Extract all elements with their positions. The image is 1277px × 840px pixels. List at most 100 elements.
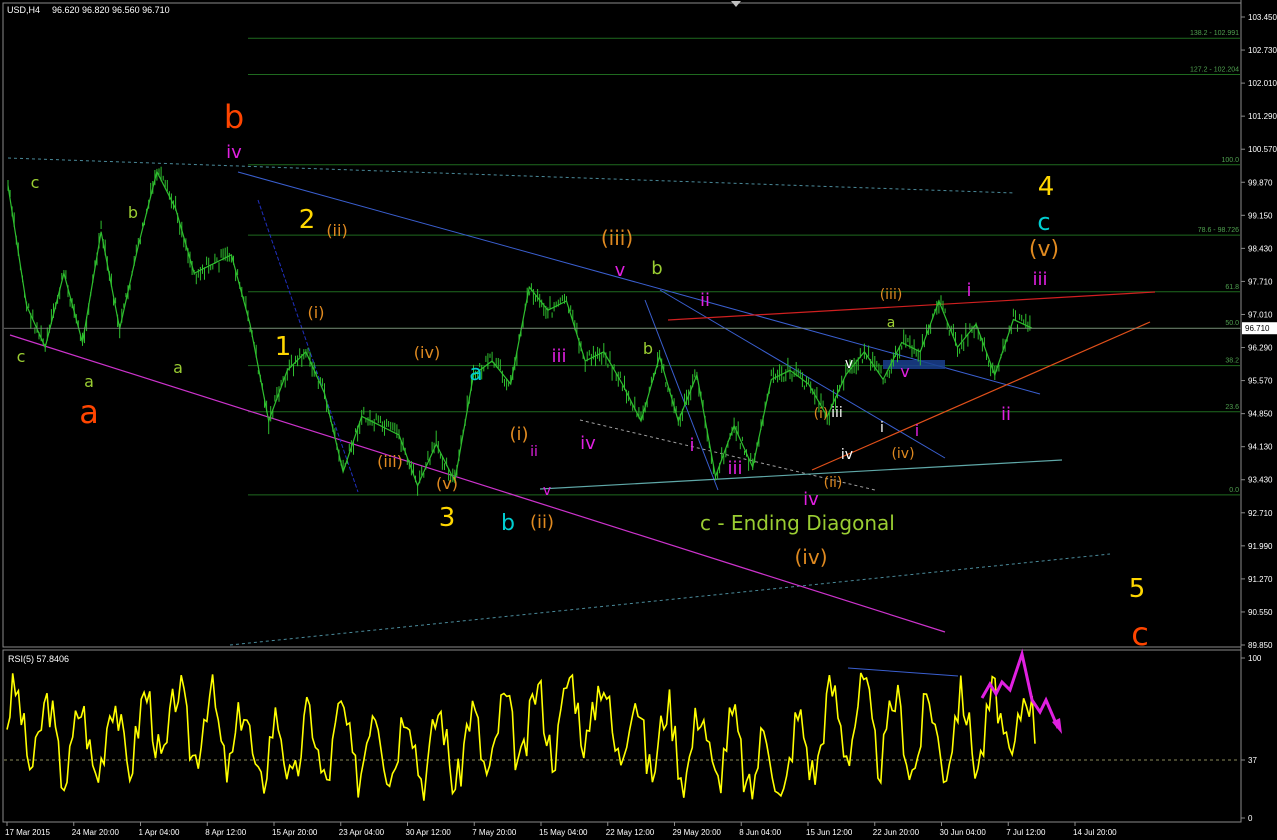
wave-label: i [966, 280, 971, 301]
wave-label: iii [831, 405, 843, 421]
price-tick-label: 95.570 [1248, 377, 1273, 386]
wave-label: (iii) [601, 226, 633, 250]
time-axis: 17 Mar 2015 24 Mar 20:00 1 Apr 04:00 8 Apr … [5, 822, 1117, 837]
fib-level-label: 23.6 [1225, 404, 1239, 411]
time-tick-label: 15 Apr 20:00 [272, 828, 318, 837]
wave-label: (ii) [824, 475, 843, 491]
price-tick-label: 97.010 [1248, 310, 1273, 319]
price-tick-label: 90.550 [1248, 608, 1273, 617]
rsi-axis: 100 37 0 [1241, 654, 1262, 823]
price-tick-label: 99.870 [1248, 178, 1273, 187]
time-tick-label: 7 Jul 12:00 [1006, 828, 1046, 837]
rsi-series [6, 672, 1036, 801]
price-tick-label: 98.430 [1248, 244, 1273, 253]
wave-label: b [651, 258, 662, 279]
wave-label: iii [1032, 269, 1047, 290]
wave-label: ii [700, 290, 710, 311]
price-tick-label: 89.850 [1248, 641, 1273, 650]
wave-label: (iii) [880, 287, 903, 303]
wave-label: ii [1001, 404, 1011, 425]
wave-label: (iv) [414, 343, 440, 362]
price-tick-label: 100.570 [1248, 145, 1277, 154]
wave-label: iii [727, 458, 742, 479]
price-tick-label: 91.990 [1248, 542, 1273, 551]
rsi-tick-label: 37 [1248, 756, 1257, 765]
price-tick-label: 102.730 [1248, 46, 1277, 55]
wave-label: 2 [299, 205, 316, 235]
wave-label: ii [530, 444, 538, 460]
fib-level-label: 138.2 - 102.991 [1190, 30, 1239, 37]
time-tick-label: 1 Apr 04:00 [139, 828, 180, 837]
time-tick-label: 30 Apr 12:00 [406, 828, 452, 837]
price-tick-label: 97.710 [1248, 277, 1273, 286]
wave-label: (i) [509, 424, 528, 445]
wave-label: 4 [1038, 172, 1055, 202]
price-tick-label: 93.430 [1248, 476, 1273, 485]
time-tick-label: 17 Mar 2015 [5, 828, 50, 837]
rsi-label: RSI(5) 57.8406 [8, 654, 69, 664]
rsi-line [6, 672, 1036, 801]
wave-label: a [84, 372, 94, 391]
wave-label: i [915, 421, 919, 440]
fib-level-label: 100.0 [1221, 157, 1239, 164]
price-tick-label: 99.150 [1248, 211, 1273, 220]
fib-level-label: 0.0 [1229, 487, 1239, 494]
time-tick-label: 15 May 04:00 [539, 828, 588, 837]
wave-label: b [128, 203, 138, 222]
wave-label: c [1131, 615, 1149, 653]
wave-label: c [1037, 208, 1050, 236]
wave-label: b [501, 511, 515, 536]
wave-label: v [900, 362, 909, 381]
wave-label: v [543, 483, 551, 499]
trend-lines [7, 157, 1156, 677]
last-price-label: 96.710 [1245, 324, 1270, 333]
ohlc-values: 96.620 96.820 96.560 96.710 [52, 5, 170, 15]
wave-label: v [615, 260, 626, 281]
time-tick-label: 24 Mar 20:00 [72, 828, 120, 837]
lower-channel-dotted [229, 553, 1111, 646]
time-tick-label: 23 Apr 04:00 [339, 828, 385, 837]
rsi-projection-arrows [980, 648, 1062, 734]
wave-label: 1 [275, 332, 292, 362]
symbol-label: USD,H4 [7, 5, 40, 15]
wave-label: ii [0, 0, 4, 4]
wave-label: a [79, 393, 99, 431]
main-panel-frame [2, 2, 1242, 648]
fib-level-label: 61.8 [1225, 284, 1239, 291]
fib-level-label: 78.6 - 98.726 [1198, 227, 1239, 234]
price-tick-label: 101.290 [1248, 112, 1277, 121]
time-tick-label: 8 Jun 04:00 [739, 828, 781, 837]
price-tick-label: 102.010 [1248, 79, 1277, 88]
wave-label: b [224, 98, 244, 136]
price-tick-label: 96.290 [1248, 344, 1273, 353]
price-tick-label: 94.850 [1248, 410, 1273, 419]
wave-label: iv [580, 433, 596, 454]
wave-label: a [887, 315, 896, 331]
ending-diagonal-annotation: c - Ending Diagonal [700, 511, 895, 535]
fib-level-label: 127.2 - 102.204 [1190, 67, 1239, 74]
wave-label: (v) [436, 474, 458, 493]
wave-label: c [31, 173, 40, 192]
blue-dashed-line [257, 199, 359, 493]
chart-shift-marker-icon[interactable] [731, 1, 741, 7]
time-tick-label: 7 May 20:00 [472, 828, 517, 837]
time-tick-label: 30 Jun 04:00 [940, 828, 987, 837]
wave-label: 3 [439, 503, 456, 533]
wave-label: iv [803, 489, 819, 510]
time-tick-label: 22 Jun 20:00 [873, 828, 920, 837]
wave-label: i [689, 435, 694, 456]
price-axis: 103.450 102.730 102.010 101.290 100.570 99.87… [4, 13, 1277, 650]
price-tick-label: 92.710 [1248, 509, 1273, 518]
wave-label: (i) [814, 406, 829, 422]
rsi-tick-label: 100 [1248, 654, 1262, 663]
fib-level-label: 38.2 [1225, 358, 1239, 365]
red-upper-line [667, 291, 1156, 321]
wave-label: b [643, 339, 653, 358]
price-chart[interactable]: 138.2 - 102.991 127.2 - 102.204 100.0 78.6 … [0, 0, 1277, 840]
wave-label: (i) [308, 303, 325, 322]
wave-label: (iv) [795, 545, 828, 569]
wave-label: i [880, 420, 884, 436]
wave-label: (ii) [326, 221, 347, 240]
time-tick-label: 14 Jul 20:00 [1073, 828, 1117, 837]
wave-label: iv [841, 447, 853, 463]
